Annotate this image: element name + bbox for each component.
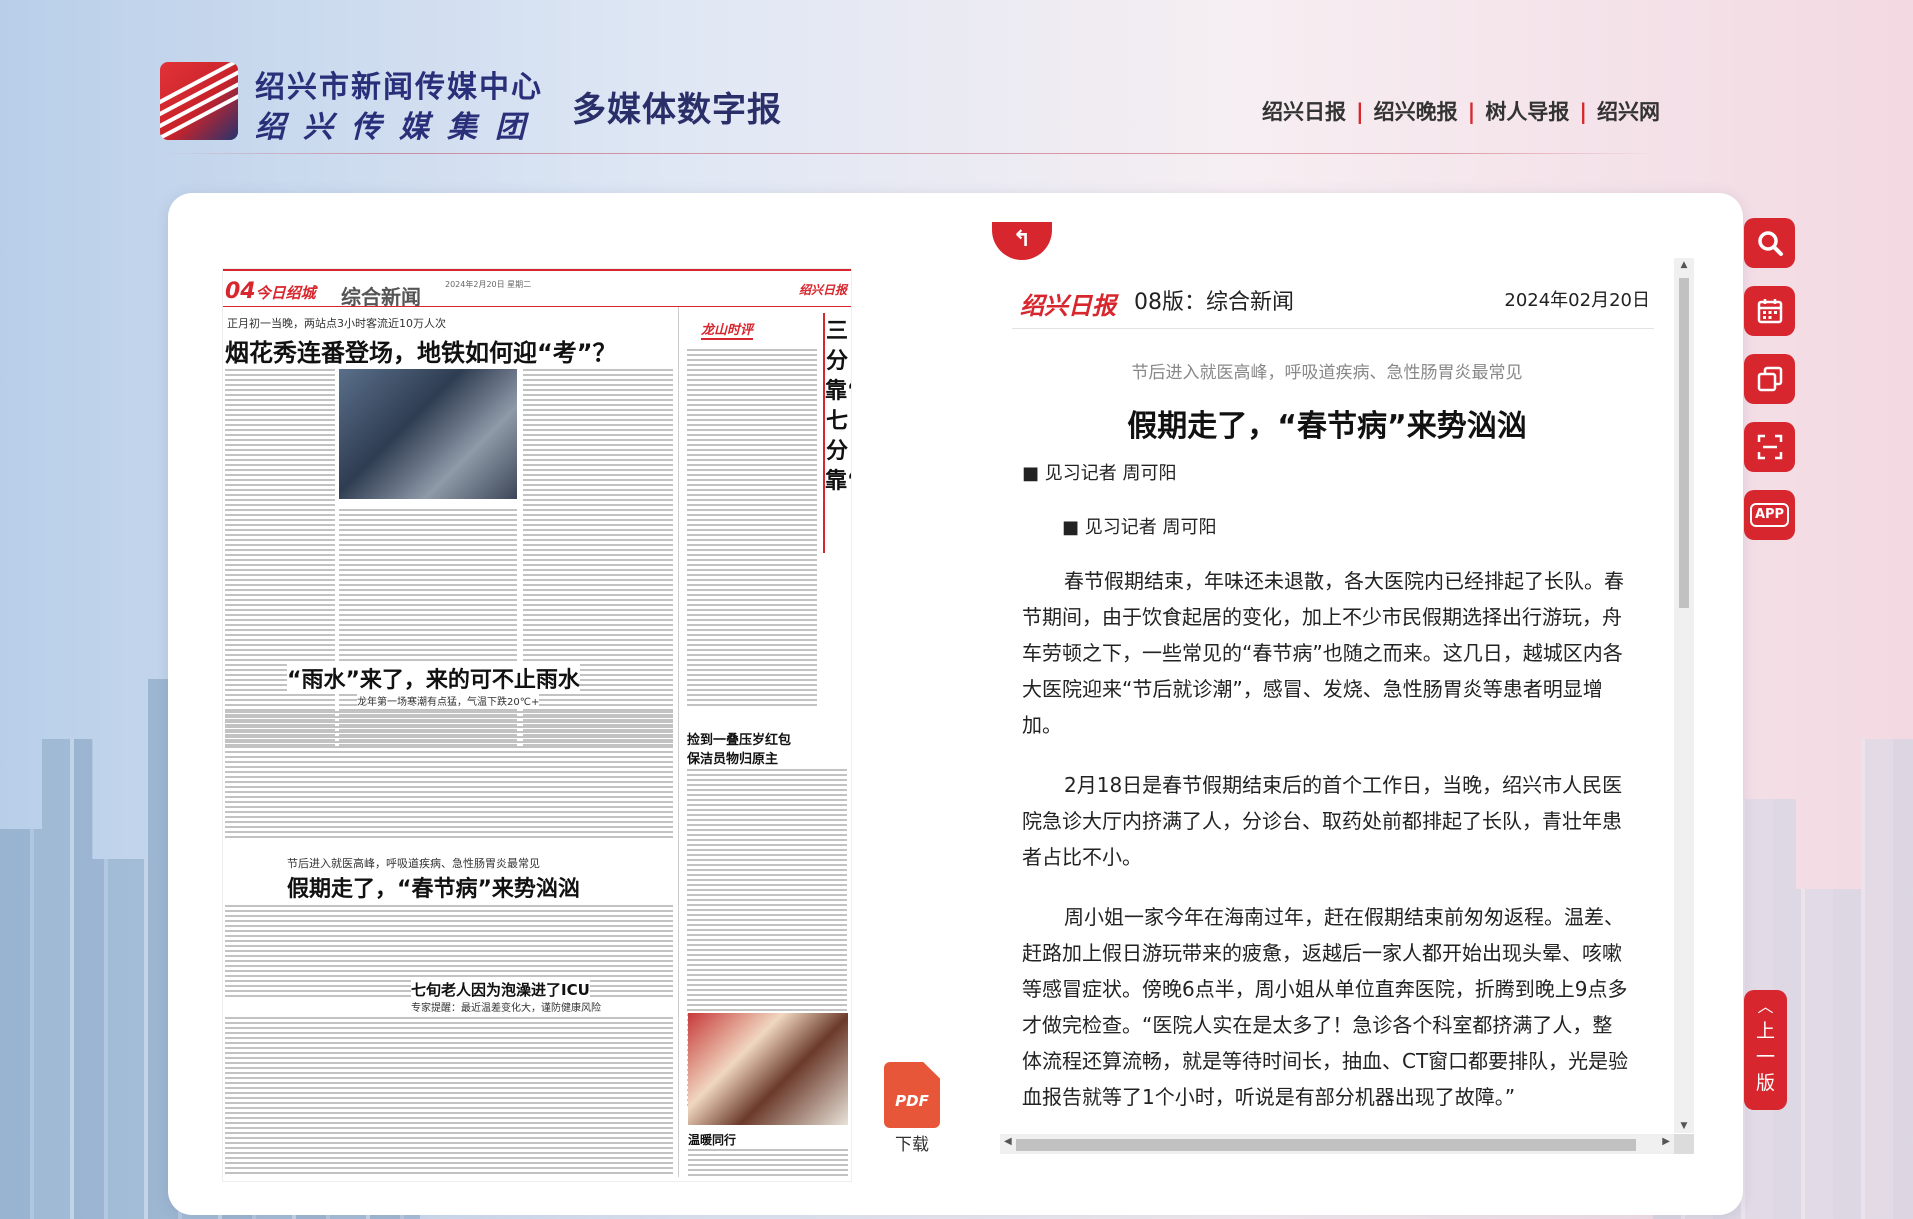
article-date: 2024年02月20日 bbox=[1504, 290, 1650, 311]
nav-shaoxing-daily[interactable]: 绍兴日报 bbox=[1262, 100, 1346, 124]
scroll-left-icon[interactable]: ◀ bbox=[1004, 1136, 1012, 1147]
article-kicker: 节后进入就医高峰，呼吸道疾病、急性肠胃炎最常见 bbox=[1131, 363, 1523, 383]
site-subtitle: 多媒体数字报 bbox=[572, 90, 782, 130]
article-body: 节后进入就医高峰，呼吸道疾病、急性肠胃炎最常见 假期走了，“春节病”来势汹汹 ■… bbox=[1022, 358, 1632, 1139]
pdf-file-icon: PDF bbox=[884, 1062, 940, 1128]
search-icon bbox=[1757, 231, 1783, 256]
nav-shaoxing-net[interactable]: 绍兴网 bbox=[1597, 100, 1660, 124]
search-button[interactable] bbox=[1744, 218, 1795, 268]
article-horizontal-scrollbar[interactable]: ◀ ▶ bbox=[1000, 1134, 1674, 1154]
story4-title[interactable]: 七旬老人因为泡澡进了ICU bbox=[411, 979, 590, 1000]
scroll-right-icon[interactable]: ▶ bbox=[1662, 1136, 1670, 1147]
app-button[interactable]: APP bbox=[1744, 490, 1795, 540]
top-nav: 绍兴日报 | 绍兴晚报 | 树人导报 | 绍兴网 bbox=[1261, 100, 1660, 124]
header-divider bbox=[160, 153, 1660, 154]
pdf-download-label[interactable]: 下载 bbox=[884, 1130, 940, 1155]
copy-icon bbox=[1757, 366, 1782, 392]
back-arrow-icon: ↰ bbox=[1012, 227, 1032, 252]
story3-kicker: 节后进入就医高峰，呼吸道疾病、急性肠胃炎最常见 bbox=[287, 857, 540, 870]
story2-sub: 龙年第一场寒潮有点猛，气温下跌20℃+ bbox=[357, 693, 540, 708]
previous-page-button[interactable]: ︿ 上 一 版 bbox=[1744, 990, 1787, 1110]
article-header: 绍兴日报 08版：综合新闻 2024年02月20日 bbox=[1012, 280, 1654, 329]
article-paragraph: 周小姐一家今年在海南过年，赶在假期结束前匆匆返程。温差、赶路加上假日游玩带来的疲… bbox=[1022, 905, 1629, 1109]
org-name-line1: 绍兴市新闻传媒中心 bbox=[255, 70, 543, 105]
calendar-button[interactable] bbox=[1744, 286, 1795, 336]
media-center-logo-icon bbox=[160, 62, 238, 140]
calendar-icon bbox=[1757, 299, 1782, 324]
article-paragraph: 2月18日是春节假期结束后的首个工作日，当晚，绍兴市人民医院急诊大厅内挤满了人，… bbox=[1022, 773, 1623, 869]
story3-title[interactable]: 假期走了，“春节病”来势汹汹 bbox=[287, 871, 580, 903]
nav-shuren-guide[interactable]: 树人导报 bbox=[1485, 100, 1569, 124]
pdf-download-button[interactable]: PDF bbox=[884, 1062, 940, 1128]
column-tag: 龙山时评 bbox=[701, 319, 754, 340]
photo-caption: 温暖同行 bbox=[688, 1133, 737, 1147]
article-paragraph: 春节假期结束，年味还未退散，各大医院内已经排起了长队。春节期间，由于饮食起居的变… bbox=[1022, 569, 1624, 737]
scroll-up-icon[interactable]: ▲ bbox=[1674, 260, 1694, 270]
app-icon: APP bbox=[1749, 503, 1790, 527]
story1-kicker: 正月初一当晚，两站点3小时客流近10万人次 bbox=[227, 317, 446, 330]
scroll-down-icon[interactable]: ▼ bbox=[1674, 1121, 1694, 1131]
newspaper-page[interactable]: 04今日绍城 综合新闻 2024年2月20日 星期二 绍兴日报 正月初一当晚，两… bbox=[222, 268, 852, 1182]
article-byline: ■ 见习记者 周可阳 bbox=[1022, 463, 1177, 484]
site-header: 绍兴市新闻传媒中心 绍兴传媒集团 多媒体数字报 绍兴日报 | 绍兴晚报 | 树人导报 | 绍… bbox=[160, 60, 1660, 145]
page-date: 2024年2月20日 星期二 bbox=[445, 280, 532, 289]
subway-crowd-photo bbox=[339, 369, 517, 499]
story4-sub: 专家提醒：最近温差变化大，谨防健康风险 bbox=[411, 999, 601, 1014]
story2-title[interactable]: “雨水”来了，来的可不止雨水 bbox=[287, 662, 580, 694]
vertical-column-title[interactable]: 三分靠“抢”，七分靠“留” bbox=[825, 317, 851, 497]
scan-icon bbox=[1757, 434, 1782, 460]
page-number-brand: 04今日绍城 bbox=[225, 279, 316, 304]
article-paper-logo: 绍兴日报 bbox=[1020, 291, 1116, 320]
story1-title[interactable]: 烟花秀连番登场，地铁如何迎“考”？ bbox=[225, 333, 617, 368]
article-vertical-scrollbar[interactable]: ▲ ▼ bbox=[1674, 258, 1694, 1133]
story5-title[interactable]: 捡到一叠压岁红包 保洁员物归原主 bbox=[687, 729, 807, 767]
article-page-label: 08版：综合新闻 bbox=[1134, 290, 1294, 315]
chevron-up-icon: ︿ bbox=[1757, 997, 1774, 1016]
volunteer-photo bbox=[688, 1013, 848, 1125]
scroll-thumb[interactable] bbox=[1679, 278, 1689, 608]
hscroll-thumb[interactable] bbox=[1016, 1139, 1636, 1151]
nav-shaoxing-evening[interactable]: 绍兴晚报 bbox=[1374, 100, 1458, 124]
article-byline-repeat: ■ 见习记者 周可阳 bbox=[1062, 517, 1217, 538]
org-name-line2: 绍兴传媒集团 bbox=[255, 110, 543, 145]
copy-button[interactable] bbox=[1744, 354, 1795, 404]
scan-button[interactable] bbox=[1744, 422, 1795, 472]
article-title: 假期走了，“春节病”来势汹汹 bbox=[1127, 409, 1527, 444]
paper-logo: 绍兴日报 bbox=[798, 283, 847, 297]
